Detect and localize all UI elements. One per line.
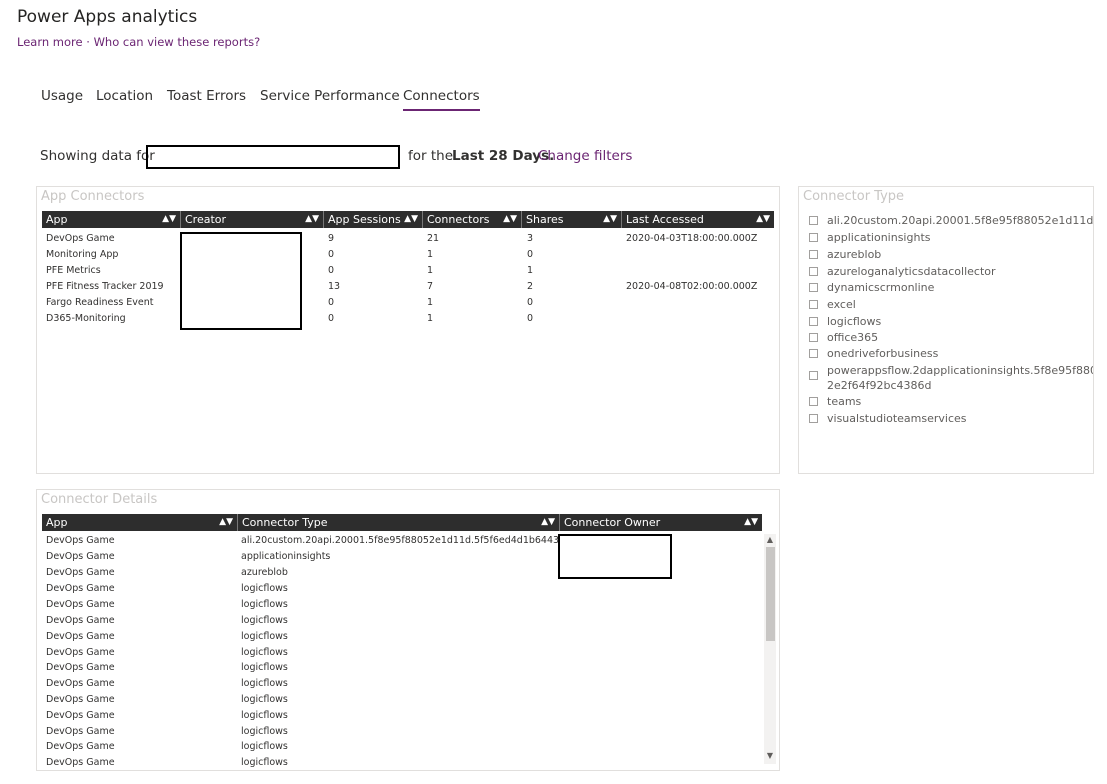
sort-arrows-icon[interactable]: ▲▼ (756, 211, 770, 228)
checkbox-icon[interactable] (809, 233, 818, 242)
checkbox-icon[interactable] (809, 250, 818, 259)
checkbox-icon[interactable] (809, 397, 818, 406)
sort-arrows-icon[interactable]: ▲▼ (541, 514, 555, 531)
filter-summary: Showing data for for the Last 28 Days. C… (40, 145, 640, 171)
redacted-creator-box (180, 232, 302, 330)
scroll-down-icon[interactable]: ▼ (764, 750, 776, 762)
page-title: Power Apps analytics (17, 7, 198, 27)
connector-details-header: App ▲▼ Connector Type ▲▼ Connector Owner ▲▼ (42, 514, 762, 531)
column-header-creator[interactable]: Creator ▲▼ (180, 211, 323, 228)
showing-data-label: Showing data for (40, 148, 155, 164)
sort-arrows-icon[interactable]: ▲▼ (162, 211, 176, 228)
checkbox-icon[interactable] (809, 300, 818, 309)
redacted-owner-box (558, 534, 672, 579)
column-header-app-sessions[interactable]: App Sessions ▲▼ (323, 211, 422, 228)
for-the-label: for the (408, 148, 454, 164)
scroll-thumb[interactable] (766, 547, 775, 641)
column-header-connector-owner[interactable]: Connector Owner ▲▼ (559, 514, 762, 531)
header-links: Learn more · Who can view these reports? (17, 35, 260, 49)
tab-usage[interactable]: Usage (41, 88, 83, 104)
checkbox-icon[interactable] (809, 371, 818, 380)
sort-arrows-icon[interactable]: ▲▼ (404, 211, 418, 228)
checkbox-icon[interactable] (809, 414, 818, 423)
learn-more-link[interactable]: Learn more (17, 35, 83, 49)
connector-type-panel: Connector Type ali.20custom.20api.20001.… (798, 186, 1094, 474)
sort-arrows-icon[interactable]: ▲▼ (219, 514, 233, 531)
tab-connectors[interactable]: Connectors (403, 88, 480, 111)
checkbox-icon[interactable] (809, 216, 818, 225)
column-header-last-accessed[interactable]: Last Accessed ▲▼ (621, 211, 774, 228)
checkbox-icon[interactable] (809, 267, 818, 276)
tab-location[interactable]: Location (96, 88, 153, 104)
connector-details-panel: Connector Details App ▲▼ Connector Type ▲▼… (36, 489, 780, 771)
app-connectors-title: App Connectors (41, 189, 145, 204)
app-connectors-header: App ▲▼ Creator ▲▼ App Sessions ▲▼ Connector… (42, 211, 774, 228)
connector-type-title: Connector Type (803, 189, 905, 204)
app-connectors-panel: App Connectors App ▲▼ Creator ▲▼ App Sessi… (36, 186, 780, 474)
scroll-up-icon[interactable]: ▲ (764, 534, 776, 546)
tab-toast-errors[interactable]: Toast Errors (167, 88, 246, 104)
column-header-connectors[interactable]: Connectors ▲▼ (422, 211, 521, 228)
redacted-environment-box (146, 145, 400, 169)
connector-details-scrollbar[interactable]: ▲ ▼ (764, 534, 776, 764)
column-header-shares[interactable]: Shares ▲▼ (521, 211, 621, 228)
tab-service-performance[interactable]: Service Performance (260, 88, 400, 104)
sort-arrows-icon[interactable]: ▲▼ (603, 211, 617, 228)
connector-details-title: Connector Details (41, 492, 158, 507)
change-filters-link[interactable]: Change filters (538, 148, 632, 164)
column-header-connector-type[interactable]: Connector Type ▲▼ (237, 514, 559, 531)
checkbox-icon[interactable] (809, 317, 818, 326)
who-can-view-link[interactable]: Who can view these reports? (94, 35, 261, 49)
link-separator: · (82, 35, 94, 49)
column-header-app[interactable]: App ▲▼ (42, 211, 180, 228)
sort-arrows-icon[interactable]: ▲▼ (503, 211, 517, 228)
column-header-app[interactable]: App ▲▼ (42, 514, 237, 531)
sort-arrows-icon[interactable]: ▲▼ (305, 211, 319, 228)
checkbox-icon[interactable] (809, 283, 818, 292)
checkbox-icon[interactable] (809, 333, 818, 342)
checkbox-icon[interactable] (809, 349, 818, 358)
sort-arrows-icon[interactable]: ▲▼ (744, 514, 758, 531)
